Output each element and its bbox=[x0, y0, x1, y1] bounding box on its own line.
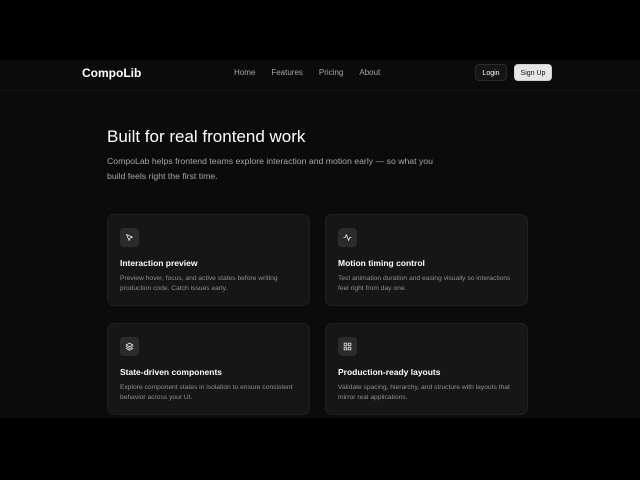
feature-card-interaction-preview: Interaction preview Preview hover, focus… bbox=[107, 214, 310, 306]
nav-link-pricing[interactable]: Pricing bbox=[319, 67, 343, 78]
feature-card-title: Production-ready layouts bbox=[338, 367, 441, 377]
feature-card-title: Motion timing control bbox=[338, 258, 425, 268]
main-nav: Home Features Pricing About bbox=[234, 67, 380, 78]
page-viewport: CompoLib Home Features Pricing About Log… bbox=[0, 60, 640, 418]
feature-card-description: Preview hover, focus, and active states … bbox=[120, 275, 278, 292]
cursor-pointer-icon bbox=[120, 228, 139, 247]
hero-subtitle: CompoLab helps frontend teams explore in… bbox=[107, 156, 433, 181]
feature-card-title: State-driven components bbox=[120, 367, 223, 377]
layers-icon bbox=[120, 337, 139, 356]
feature-card-description: Test animation duration and easing visua… bbox=[338, 275, 511, 292]
grid-icon bbox=[338, 337, 357, 356]
brand-logo[interactable]: CompoLib bbox=[82, 65, 141, 81]
login-button[interactable]: Login bbox=[475, 64, 507, 81]
nav-link-features[interactable]: Features bbox=[271, 67, 303, 78]
feature-card-motion-timing: Motion timing control Test animation dur… bbox=[325, 214, 528, 306]
feature-card-description: Validate spacing, hierarchy, and structu… bbox=[338, 384, 510, 401]
feature-card-state-driven: State-driven components Explore componen… bbox=[107, 323, 310, 415]
activity-pulse-icon bbox=[338, 228, 357, 247]
feature-card-description: Explore component states in isolation to… bbox=[120, 384, 293, 401]
hero-title: Built for real frontend work bbox=[107, 127, 306, 146]
nav-link-about[interactable]: About bbox=[359, 67, 380, 78]
feature-card-title: Interaction preview bbox=[120, 258, 198, 268]
feature-card-production-layouts: Production-ready layouts Validate spacin… bbox=[325, 323, 528, 415]
top-navigation-bar: CompoLib Home Features Pricing About Log… bbox=[0, 60, 640, 91]
signup-button[interactable]: Sign Up bbox=[514, 64, 552, 81]
nav-link-home[interactable]: Home bbox=[234, 67, 255, 78]
